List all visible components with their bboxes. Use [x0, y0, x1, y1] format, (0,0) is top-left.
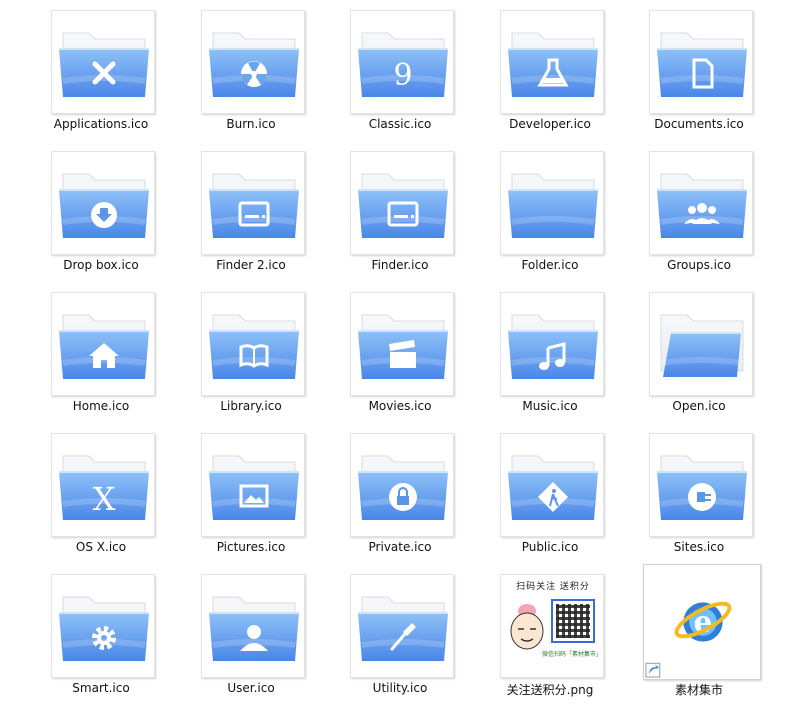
file-item[interactable]: e 素材集市: [625, 564, 773, 705]
file-thumbnail[interactable]: [201, 433, 305, 537]
svg-text:9: 9: [393, 58, 412, 93]
file-grid: Applications.ico Burn.ico 9 Classic.ico …: [0, 0, 800, 726]
file-name-label: Groups.ico: [667, 258, 731, 272]
file-name-label: Music.ico: [522, 399, 578, 413]
file-name-label: Utility.ico: [372, 681, 428, 695]
file-item[interactable]: 扫码关注 送积分 微信扫码「素材集市」关注送积分.png: [476, 564, 624, 705]
private-lock-icon: [389, 483, 417, 511]
file-name-label: Finder.ico: [371, 258, 429, 272]
file-thumbnail[interactable]: [649, 151, 753, 255]
file-name-label: 素材集市: [674, 683, 723, 697]
file-name-label: Public.ico: [521, 540, 579, 554]
file-thumbnail[interactable]: 扫码关注 送积分 微信扫码「素材集市」: [500, 574, 604, 678]
file-item[interactable]: Smart.ico: [27, 564, 175, 705]
file-item[interactable]: Music.ico: [476, 282, 624, 423]
file-thumbnail[interactable]: [201, 151, 305, 255]
file-name-label: Sites.ico: [673, 540, 725, 554]
file-item[interactable]: X OS X.ico: [27, 423, 175, 564]
file-item[interactable]: Home.ico: [27, 282, 175, 423]
qr-code: [551, 599, 595, 643]
file-name-label: Burn.ico: [226, 117, 276, 131]
sites-plug-icon: [688, 483, 716, 511]
file-thumbnail[interactable]: [201, 10, 305, 114]
dropbox-download-icon: [91, 202, 117, 228]
file-item[interactable]: Folder.ico: [476, 141, 624, 282]
file-thumbnail[interactable]: [51, 292, 155, 396]
file-thumbnail[interactable]: [201, 292, 305, 396]
file-name-label: Applications.ico: [53, 117, 149, 131]
file-item[interactable]: Developer.ico: [476, 0, 624, 141]
file-thumbnail[interactable]: [350, 574, 454, 678]
file-thumbnail[interactable]: [500, 292, 604, 396]
file-item[interactable]: Movies.ico: [326, 282, 474, 423]
file-name-label: Library.ico: [220, 399, 282, 413]
file-thumbnail[interactable]: [51, 574, 155, 678]
file-name-label: Private.ico: [368, 540, 432, 554]
file-item[interactable]: Finder 2.ico: [177, 141, 325, 282]
file-thumbnail[interactable]: [51, 151, 155, 255]
file-item[interactable]: Library.ico: [177, 282, 325, 423]
file-item[interactable]: Public.ico: [476, 423, 624, 564]
file-thumbnail[interactable]: [51, 10, 155, 114]
file-item[interactable]: Burn.ico: [177, 0, 325, 141]
file-name-label: Open.ico: [672, 399, 726, 413]
file-item[interactable]: Sites.ico: [625, 423, 773, 564]
file-thumbnail[interactable]: [500, 151, 604, 255]
file-thumbnail[interactable]: [201, 574, 305, 678]
file-item[interactable]: Pictures.ico: [177, 423, 325, 564]
file-name-label: Documents.ico: [654, 117, 744, 131]
file-name-label: Folder.ico: [521, 258, 579, 272]
file-item[interactable]: Drop box.ico: [27, 141, 175, 282]
file-thumbnail[interactable]: e: [643, 564, 761, 680]
file-thumbnail[interactable]: [649, 292, 753, 396]
burn-radiation-icon: [240, 61, 268, 87]
file-thumbnail[interactable]: 9: [350, 10, 454, 114]
file-thumbnail[interactable]: X: [51, 433, 155, 537]
file-name-label: OS X.ico: [75, 540, 127, 554]
ie-shortcut-icon: e: [645, 601, 732, 678]
file-item[interactable]: Private.ico: [326, 423, 474, 564]
classic-9-icon: 9: [393, 58, 412, 93]
file-thumbnail[interactable]: [350, 433, 454, 537]
file-item[interactable]: Finder.ico: [326, 141, 474, 282]
movies-clapper-icon: [389, 340, 416, 368]
file-item[interactable]: Documents.ico: [625, 0, 773, 141]
file-thumbnail[interactable]: [350, 151, 454, 255]
file-name-label: Pictures.ico: [216, 540, 286, 554]
file-item[interactable]: Utility.ico: [326, 564, 474, 705]
file-name-label: Smart.ico: [72, 681, 130, 695]
file-thumbnail[interactable]: [500, 433, 604, 537]
file-name-label: Drop box.ico: [63, 258, 139, 272]
file-thumbnail[interactable]: [649, 433, 753, 537]
file-thumbnail[interactable]: [649, 10, 753, 114]
file-thumbnail[interactable]: [350, 292, 454, 396]
svg-text:X: X: [93, 480, 116, 518]
file-item[interactable]: 9 Classic.ico: [326, 0, 474, 141]
file-thumbnail[interactable]: [500, 10, 604, 114]
file-item[interactable]: User.ico: [177, 564, 325, 705]
osx-x-icon: X: [93, 480, 116, 518]
file-item[interactable]: Applications.ico: [27, 0, 175, 141]
file-name-label: Finder 2.ico: [216, 258, 286, 272]
file-name-label: Home.ico: [72, 399, 130, 413]
file-name-label: Classic.ico: [368, 117, 432, 131]
file-name-label: 关注送积分.png: [506, 683, 594, 697]
promo-caption: 微信扫码「素材集市」: [541, 651, 602, 658]
file-name-label: Developer.ico: [509, 117, 591, 131]
file-item[interactable]: Open.ico: [625, 282, 773, 423]
file-name-label: Movies.ico: [368, 399, 432, 413]
promo-title: 扫码关注 送积分: [516, 582, 590, 592]
file-name-label: User.ico: [227, 681, 275, 695]
file-item[interactable]: Groups.ico: [625, 141, 773, 282]
cartoon-face-image: [507, 601, 547, 653]
